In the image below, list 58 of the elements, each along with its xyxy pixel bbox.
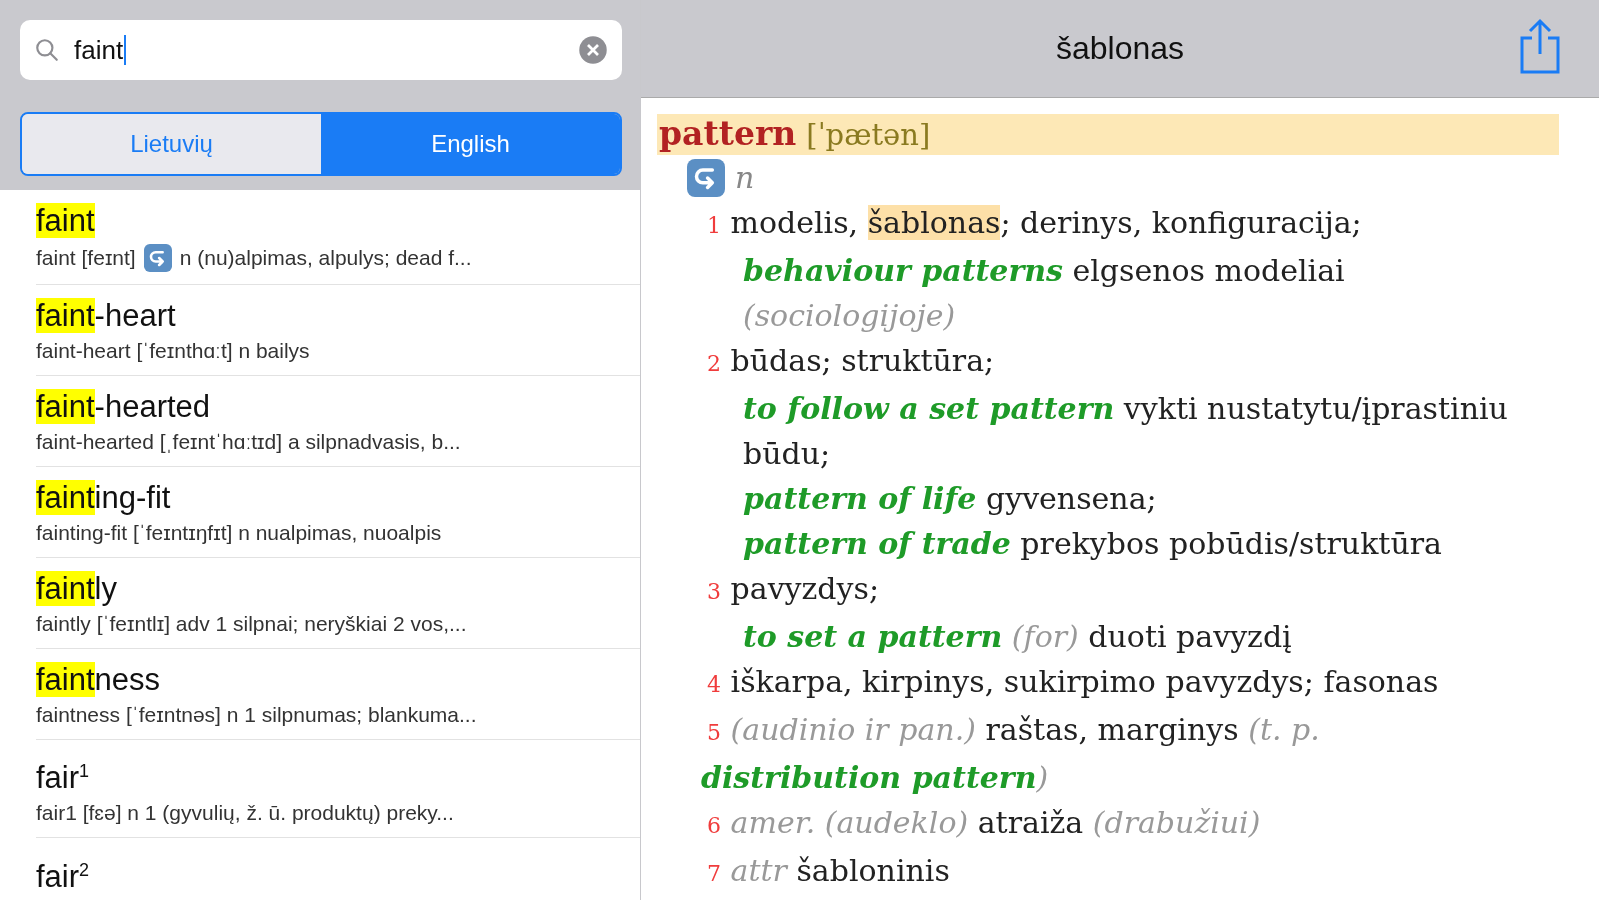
usage-note: (for) — [1011, 619, 1079, 654]
translation-text: ; derinys, konfiguracija; — [1000, 205, 1362, 240]
translation-text: duoti pavyzdį — [1088, 619, 1292, 654]
result-preview: fair1 [fɛə] n 1 (gyvulių, ž. ū. produktų) preky... — [36, 801, 454, 826]
sense-number: 2 — [707, 351, 721, 376]
sense-number: 4 — [707, 672, 721, 697]
result-preview: faintly [ˈfeɪntlɪ] adv 1 silpnai; neryškiai 2 vos,... — [36, 612, 467, 636]
example-phrase: to follow a set pattern — [743, 391, 1115, 426]
result-item[interactable]: faint faint [feɪnt] n (nu)alpimas, alpulys; dead f... — [36, 190, 640, 285]
highlighted-word: šablonas — [867, 205, 1001, 240]
translation-text: atraiža — [977, 805, 1084, 840]
usage-note: (sociologijoje) — [743, 298, 956, 333]
example-phrase: to set a pattern — [743, 619, 1003, 654]
sense-number: 7 — [707, 861, 721, 886]
example-phrase: pattern of life — [743, 481, 977, 516]
result-preview: fainting-fit [ˈfeɪntɪŋfɪt] n nualpimas, nuoalpis — [36, 521, 442, 545]
result-headword: faint — [36, 202, 96, 240]
result-headword: fair$^{1}$ — [36, 759, 91, 798]
result-item[interactable]: fair$^{1}$ fair1 [fɛə] n 1 (gyvulių, ž. ū. produktų) preky... — [36, 740, 640, 839]
translation-text: prekybos pobūdis/struktūra — [1020, 526, 1442, 561]
result-item[interactable]: fair$^{2}$ — [36, 838, 640, 900]
translation-text: šabloninis — [796, 853, 950, 888]
translation-text: vykti nustatytu/įprastiniu — [1123, 391, 1508, 426]
example-phrase: pattern of trade — [743, 526, 1011, 561]
result-preview: faintness [ˈfeɪntnəs] n 1 silpnumas; blankuma... — [36, 703, 477, 727]
usage-note: amer. (audeklo) — [730, 805, 969, 840]
language-tab[interactable]: English — [321, 114, 620, 174]
translation-text: modelis, — [730, 205, 859, 240]
clear-icon[interactable] — [578, 35, 608, 65]
sense-number: 6 — [707, 813, 721, 838]
usage-note: (drabužiui) — [1092, 805, 1261, 840]
result-preview: faint-hearted [ˌfeɪntˈhɑːtɪd] a silpnadvasis, b... — [36, 430, 461, 454]
usage-note: (t. p. — [1248, 712, 1320, 747]
result-preview: faint [feɪnt] — [36, 246, 136, 270]
part-of-speech: n — [735, 159, 755, 197]
headword: pattern — [659, 114, 797, 153]
result-preview: faint-heart [ˈfeɪnthɑːt] n bailys — [36, 339, 310, 363]
search-icon — [34, 37, 60, 63]
example-phrase: distribution pattern — [701, 760, 1037, 795]
search-field[interactable]: faint — [20, 20, 622, 80]
result-headword: fair$^{2}$ — [36, 857, 91, 896]
entry-title: šablonas — [1055, 30, 1185, 67]
transcription: [ˈpætən] — [806, 118, 931, 152]
sense-number: 3 — [707, 579, 721, 604]
sense-number: 5 — [707, 720, 721, 745]
sense-number: 1 — [707, 213, 721, 238]
translation-text: raštas, marginys — [985, 712, 1239, 747]
translation-text: gyvensena; — [986, 481, 1157, 516]
usage-note: ) — [1036, 760, 1049, 795]
translation-text: iškarpa, kirpinys, sukirpimo pavyzdys; fasonas — [730, 664, 1439, 699]
translation-text: elgsenos modeliai — [1072, 253, 1345, 288]
result-preview: n (nu)alpimas, alpulys; dead f... — [179, 246, 472, 270]
example-phrase: behaviour patterns — [743, 253, 1063, 288]
translation-text: pavyzdys; — [730, 571, 879, 606]
usage-note: attr — [730, 853, 787, 888]
translation-text: būdas; struktūra; — [730, 343, 995, 378]
usage-note: (audinio ir pan.) — [730, 712, 976, 747]
translation-text: būdu; — [743, 436, 831, 471]
